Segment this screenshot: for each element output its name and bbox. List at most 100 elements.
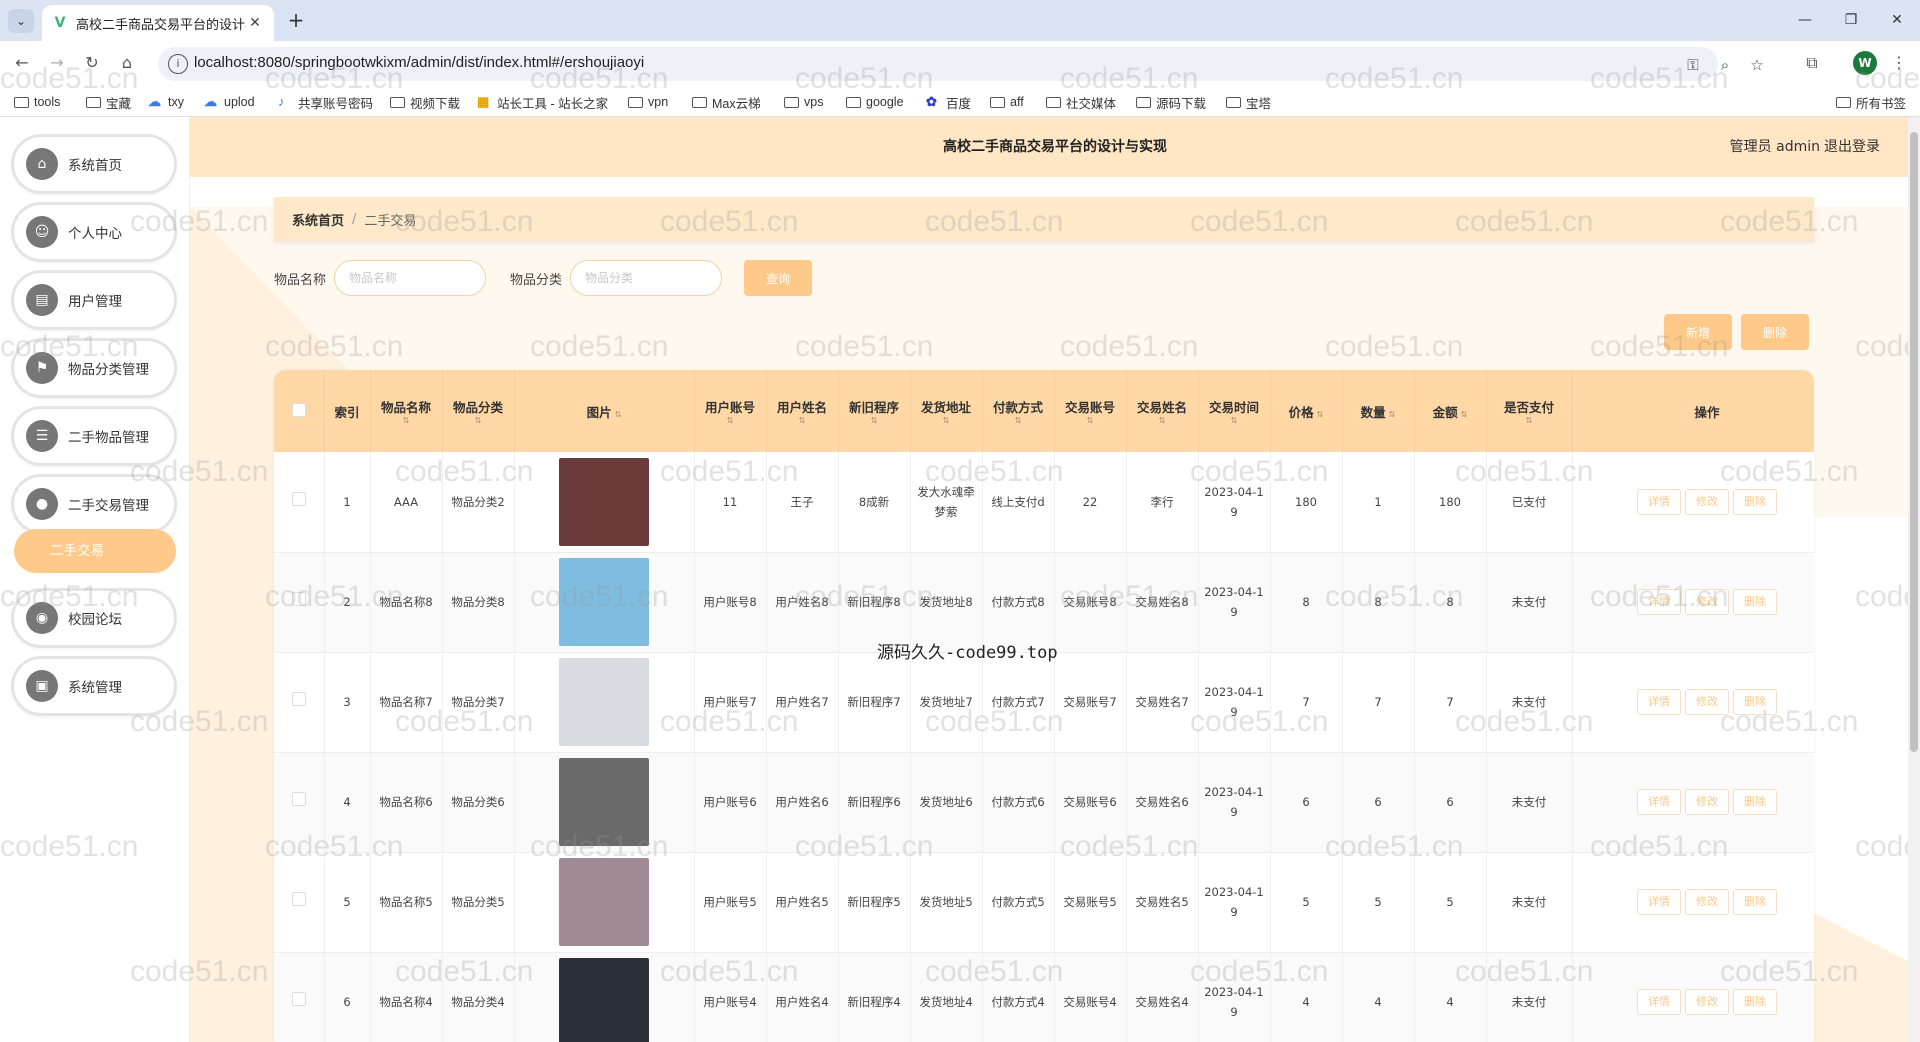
sidebar-item-categories[interactable]: ⚑ 物品分类管理 bbox=[14, 341, 174, 395]
row-checkbox[interactable] bbox=[291, 792, 306, 806]
add-button[interactable]: 新增 bbox=[1664, 314, 1732, 350]
submenu-item-trade[interactable]: 二手交易 bbox=[14, 529, 176, 573]
bookmark-item[interactable]: google bbox=[846, 93, 904, 111]
col-header[interactable]: 新旧程序 ⇅ bbox=[838, 370, 911, 452]
bookmark-item[interactable]: ☁ uplod bbox=[204, 93, 255, 111]
detail-button[interactable]: 详情 bbox=[1637, 889, 1681, 915]
query-button[interactable]: 查询 bbox=[744, 260, 813, 296]
browser-tab[interactable]: V 高校二手商品交易平台的设计与 ✕ bbox=[42, 5, 274, 41]
sort-icon[interactable]: ⇅ bbox=[767, 416, 838, 426]
col-header[interactable]: 图片 ⇅ bbox=[514, 370, 695, 452]
breadcrumb-home[interactable]: 系统首页 bbox=[292, 210, 344, 229]
bookmark-item[interactable]: tools bbox=[14, 93, 60, 111]
row-select-cell[interactable] bbox=[274, 852, 325, 952]
col-header[interactable]: 是否支付 ⇅ bbox=[1486, 370, 1573, 452]
sort-icon[interactable]: ⇅ bbox=[911, 416, 982, 426]
sidebar-item-forum[interactable]: ◉ 校园论坛 bbox=[14, 591, 174, 645]
row-select-cell[interactable] bbox=[274, 452, 325, 552]
row-select-cell[interactable] bbox=[274, 552, 325, 652]
bookmark-item[interactable]: Max云梯 bbox=[692, 93, 761, 111]
col-header[interactable]: 价格 ⇅ bbox=[1270, 370, 1343, 452]
col-header[interactable]: 交易姓名 ⇅ bbox=[1126, 370, 1199, 452]
row-checkbox[interactable] bbox=[291, 692, 306, 706]
row-checkbox[interactable] bbox=[291, 892, 306, 906]
detail-button[interactable]: 详情 bbox=[1637, 689, 1681, 715]
row-checkbox[interactable] bbox=[291, 491, 306, 506]
bookmark-item[interactable]: 社交媒体 bbox=[1046, 93, 1116, 111]
zoom-icon[interactable]: ⌕ bbox=[1714, 54, 1736, 76]
sidebar-item-home[interactable]: ⌂ 系统首页 bbox=[14, 137, 174, 191]
edit-button[interactable]: 修改 bbox=[1685, 889, 1729, 915]
bookmark-star-icon[interactable]: ☆ bbox=[1746, 54, 1768, 76]
sidebar-item-users[interactable]: ▤ 用户管理 bbox=[14, 273, 174, 327]
bookmark-item[interactable]: 源码下载 bbox=[1136, 93, 1206, 111]
delete-button[interactable]: 删除 bbox=[1733, 689, 1777, 715]
batch-delete-button[interactable]: 删除 bbox=[1741, 314, 1809, 350]
col-header[interactable]: 付款方式 ⇅ bbox=[982, 370, 1055, 452]
col-header[interactable]: 物品分类 ⇅ bbox=[442, 370, 515, 452]
tab-list-chevron-icon[interactable]: ⌄ bbox=[8, 9, 34, 33]
detail-button[interactable]: 详情 bbox=[1637, 989, 1681, 1015]
sort-icon[interactable]: ⇅ bbox=[443, 416, 514, 426]
col-header[interactable]: 交易时间 ⇅ bbox=[1198, 370, 1271, 452]
edit-button[interactable]: 修改 bbox=[1685, 789, 1729, 815]
sort-icon[interactable]: ⇅ bbox=[1055, 416, 1126, 426]
col-header[interactable]: 物品名称 ⇅ bbox=[370, 370, 443, 452]
sort-icon[interactable]: ⇅ bbox=[1317, 410, 1324, 419]
category-search-input[interactable] bbox=[570, 260, 723, 296]
address-bar[interactable]: i localhost:8080/springbootwkixm/admin/d… bbox=[158, 47, 1764, 81]
sidebar-item-goods[interactable]: ☰ 二手物品管理 bbox=[14, 409, 174, 463]
sort-icon[interactable]: ⇅ bbox=[1389, 410, 1396, 419]
col-header[interactable]: 数量 ⇅ bbox=[1342, 370, 1415, 452]
all-bookmarks[interactable]: 所有书签 bbox=[1836, 93, 1906, 111]
select-all-cell[interactable] bbox=[274, 370, 325, 452]
reload-icon[interactable]: ↻ bbox=[80, 51, 104, 75]
name-search-input[interactable] bbox=[334, 260, 487, 296]
bookmark-item[interactable]: aff bbox=[990, 93, 1024, 111]
row-checkbox[interactable] bbox=[291, 592, 306, 606]
edit-button[interactable]: 修改 bbox=[1685, 989, 1729, 1015]
delete-button[interactable]: 删除 bbox=[1733, 488, 1777, 515]
bookmark-item[interactable]: ☁ txy bbox=[148, 93, 184, 111]
bookmark-item[interactable]: 视频下载 bbox=[390, 93, 460, 111]
sort-icon[interactable]: ⇅ bbox=[371, 416, 442, 426]
delete-button[interactable]: 删除 bbox=[1733, 589, 1777, 615]
url-text[interactable]: localhost:8080/springbootwkixm/admin/dis… bbox=[194, 54, 644, 71]
sidebar-item-trades[interactable]: ● 二手交易管理 bbox=[14, 477, 174, 531]
site-info-icon[interactable]: i bbox=[168, 54, 188, 74]
new-tab-plus-icon[interactable]: + bbox=[283, 8, 309, 34]
tab-close-icon[interactable]: ✕ bbox=[246, 14, 264, 32]
sort-icon[interactable]: ⇅ bbox=[615, 410, 622, 419]
sidebar-item-profile[interactable]: ☺ 个人中心 bbox=[14, 205, 174, 259]
extensions-icon[interactable]: ⧉ bbox=[1800, 51, 1824, 75]
sort-icon[interactable]: ⇅ bbox=[839, 416, 910, 426]
row-checkbox[interactable] bbox=[291, 992, 306, 1006]
row-select-cell[interactable] bbox=[274, 752, 325, 852]
sort-icon[interactable]: ⇅ bbox=[1199, 416, 1270, 426]
edit-button[interactable]: 修改 bbox=[1685, 689, 1729, 715]
edit-button[interactable]: 修改 bbox=[1685, 488, 1729, 515]
delete-button[interactable]: 删除 bbox=[1733, 789, 1777, 815]
delete-button[interactable]: 删除 bbox=[1733, 889, 1777, 915]
detail-button[interactable]: 详情 bbox=[1637, 488, 1681, 515]
bookmark-item[interactable]: 宝塔 bbox=[1226, 93, 1271, 111]
sort-icon[interactable]: ⇅ bbox=[1127, 416, 1198, 426]
col-header[interactable]: 金额 ⇅ bbox=[1414, 370, 1487, 452]
scroll-thumb[interactable] bbox=[1910, 132, 1918, 752]
page-scrollbar[interactable] bbox=[1908, 117, 1920, 1042]
bookmark-item[interactable]: ✿ 百度 bbox=[926, 93, 971, 111]
col-header[interactable]: 交易账号 ⇅ bbox=[1054, 370, 1127, 452]
delete-button[interactable]: 删除 bbox=[1733, 989, 1777, 1015]
forward-arrow-icon[interactable]: → bbox=[45, 51, 69, 75]
profile-avatar[interactable]: W bbox=[1853, 51, 1877, 75]
close-window-icon[interactable]: ✕ bbox=[1882, 8, 1912, 32]
minimize-icon[interactable]: — bbox=[1790, 8, 1820, 32]
row-select-cell[interactable] bbox=[274, 952, 325, 1042]
bookmark-item[interactable]: vps bbox=[784, 93, 823, 111]
back-arrow-icon[interactable]: ← bbox=[10, 51, 34, 75]
menu-dots-icon[interactable]: ⋮ bbox=[1887, 51, 1911, 75]
bookmark-item[interactable]: ▦ 站长工具 - 站长之家 bbox=[477, 93, 608, 111]
col-header[interactable]: 发货地址 ⇅ bbox=[910, 370, 983, 452]
bookmark-item[interactable]: 宝藏 bbox=[86, 93, 131, 111]
logout-link[interactable]: 退出登录 bbox=[1824, 117, 1880, 177]
